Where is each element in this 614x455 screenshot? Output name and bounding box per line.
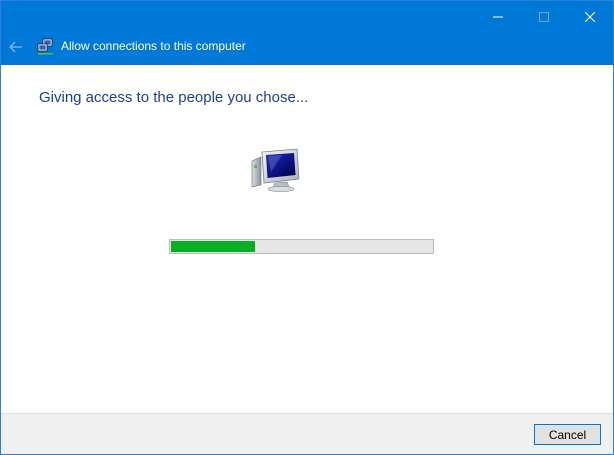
progress-bar bbox=[169, 239, 434, 254]
close-button[interactable] bbox=[567, 1, 613, 32]
close-icon bbox=[585, 11, 595, 22]
window-title: Allow connections to this computer bbox=[61, 39, 246, 53]
cancel-button[interactable]: Cancel bbox=[534, 424, 601, 445]
minimize-icon bbox=[493, 16, 503, 17]
footer-bar: Cancel bbox=[1, 413, 613, 454]
minimize-button[interactable] bbox=[475, 1, 521, 32]
computer-monitor-icon bbox=[251, 148, 300, 192]
back-button[interactable] bbox=[3, 34, 29, 60]
status-heading: Giving access to the people you chose... bbox=[39, 89, 309, 106]
maximize-icon bbox=[539, 11, 549, 22]
dialog-window: Allow connections to this computer Givin… bbox=[0, 0, 614, 455]
back-arrow-icon bbox=[9, 41, 22, 53]
network-computer-icon bbox=[37, 38, 53, 55]
maximize-button bbox=[521, 1, 567, 32]
title-bar[interactable]: Allow connections to this computer bbox=[1, 1, 613, 65]
progress-fill bbox=[171, 241, 255, 252]
